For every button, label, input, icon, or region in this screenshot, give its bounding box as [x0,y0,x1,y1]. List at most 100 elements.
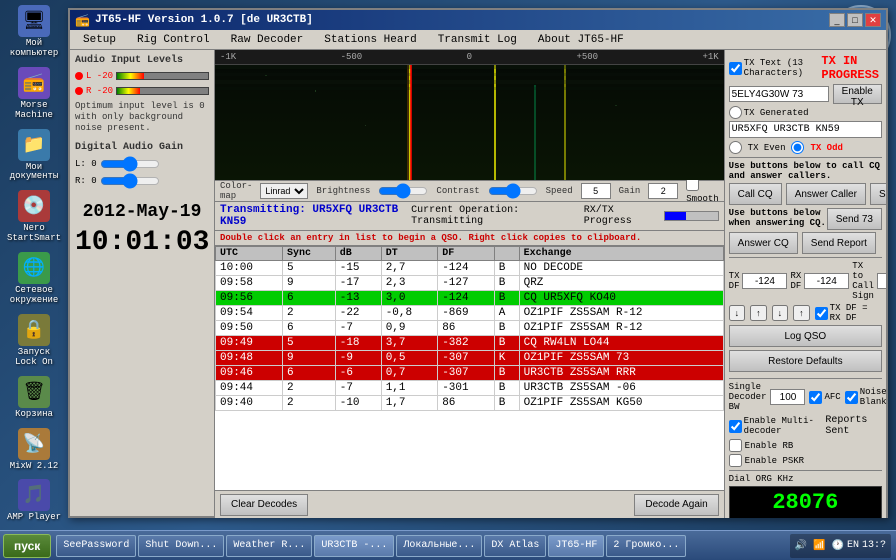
menu-raw-decoder[interactable]: Raw Decoder [223,33,312,47]
desktop-icon-mixw[interactable]: 📡 MixW 2.12 [5,428,63,472]
optimum-text: Optimum input level is 0 with only backg… [75,101,209,133]
desktop-icon-morse[interactable]: 📻 Morse Machine [5,67,63,121]
taskbar-item-volume[interactable]: 2 Громко... [606,535,686,557]
taskbar-item-weather[interactable]: Weather R... [226,535,312,557]
amp-label: AMP Player [7,513,61,523]
send-73-button[interactable]: Send 73 [827,208,882,230]
afc-checkbox[interactable] [809,391,822,404]
tx-rx-df-checkbox[interactable] [815,307,828,320]
decode-again-button[interactable]: Decode Again [634,494,718,516]
bw-input[interactable] [770,389,805,405]
restore-defaults-button[interactable]: Restore Defaults [729,350,882,372]
computer-icon: 🖥 [18,5,50,37]
tx-checkbox[interactable] [729,62,742,75]
call-cq-button[interactable]: Call CQ [729,183,782,205]
r-gain-slider[interactable] [100,175,160,187]
tx-df-down-btn[interactable]: ↓ [729,305,746,321]
answer-caller-button[interactable]: Answer Caller [786,183,866,205]
table-cell: 2 [283,381,336,396]
table-row[interactable]: 09:542-22-0,8-869AOZ1PIF ZS5SAM R-12 [216,306,724,321]
table-cell: 2 [283,306,336,321]
table-row[interactable]: 10:005-152,7-124BNO DECODE [216,261,724,276]
tx-even-radio[interactable] [729,141,742,154]
tx-odd-radio[interactable] [791,141,804,154]
l-gain-slider[interactable] [100,158,160,170]
tx-marker [410,65,412,180]
callsign-input[interactable] [729,86,829,102]
close-button[interactable]: ✕ [865,13,881,27]
menu-rig-control[interactable]: Rig Control [129,33,218,47]
decode-table-container[interactable]: UTC Sync dB DT DF Exchange 10:005-152,7-… [215,246,724,490]
desktop-icon-computer[interactable]: 🖥 Мой компьютер [5,5,63,59]
table-cell: B [494,396,519,411]
enable-rb-label: Enable RB [745,441,794,451]
window-title: JT65-HF Version 1.0.7 [de UR3CTB] [95,14,829,26]
menu-about[interactable]: About JT65-HF [530,33,632,47]
desktop-icon-network[interactable]: 🌐 Сетевое окружение [5,252,63,306]
speed-input[interactable] [581,183,611,199]
col-df: DF [438,247,495,261]
table-row[interactable]: 09:589-172,3-127BQRZ [216,276,724,291]
gain-input[interactable] [648,183,678,199]
recycle-label: Корзина [15,410,53,420]
table-row[interactable]: 09:442-71,1-301BUR3CTB ZS5SAM -06 [216,381,724,396]
desktop-icon-nero[interactable]: 💿 Nero StartSmart [5,190,63,244]
start-button[interactable]: пуск [3,534,51,558]
multi-decoder-row: Enable Multi-decoder Reports Sent [729,415,882,437]
mixw-label: MixW 2.12 [10,462,59,472]
enable-tx-button[interactable]: Enable TX [833,84,882,104]
table-row[interactable]: 09:489-90,5-307KOZ1PIF ZS5SAM 73 [216,351,724,366]
rx-df-down-btn[interactable]: ↓ [772,305,789,321]
table-cell: 0,7 [381,366,438,381]
rx-df-input[interactable] [804,273,849,289]
r-gain-row: R: 0 [75,175,209,187]
taskbar-item-shutdown[interactable]: Shut Down... [138,535,224,557]
menu-transmit-log[interactable]: Transmit Log [430,33,525,47]
taskbar-item-seepassword[interactable]: SeePassword [56,535,136,557]
desktop-icon-docs[interactable]: 📁 Мои документы [5,129,63,183]
desktop-icon-launch[interactable]: 🔒 Запуск Lock On [5,314,63,368]
table-cell: 0,9 [381,321,438,336]
taskbar-item-jt65hf[interactable]: JT65-HF [548,535,604,557]
send-report-button[interactable]: Send Report [802,232,876,254]
tx-generated-radio[interactable] [729,106,742,119]
colormap-select[interactable]: Linrad [260,183,308,199]
desktop-icon-recycle[interactable]: 🗑 Корзина [5,376,63,420]
send-rrr-button[interactable]: Send RRR [870,183,886,205]
freq-minus500: -500 [341,52,363,62]
tx-generated-label: TX Generated [744,108,809,118]
table-row[interactable]: 09:506-70,986BOZ1PIF ZS5SAM R-12 [216,321,724,336]
desktop-icon-amp[interactable]: 🎵 AMP Player [5,479,63,523]
answer-cq-btn-row: Answer CQ Send Report [729,232,882,254]
waterfall-display[interactable] [215,65,724,180]
multi-decoder-checkbox[interactable] [729,420,742,433]
table-row[interactable]: 09:495-183,7-382BCQ RW4LN LO44 [216,336,724,351]
enable-rb-checkbox[interactable] [729,439,742,452]
call-sign-input[interactable] [877,273,886,289]
enable-pskr-checkbox[interactable] [729,454,742,467]
taskbar-item-dxatlas[interactable]: DX Atlas [484,535,546,557]
brightness-slider[interactable] [378,185,428,197]
rx-df-up-btn[interactable]: ↑ [793,305,810,321]
taskbar-item-ur3ctb[interactable]: UR3CTB -... [314,535,394,557]
menu-stations-heard[interactable]: Stations Heard [316,33,424,47]
table-cell: NO DECODE [519,261,723,276]
tx-df-up-btn[interactable]: ↑ [750,305,767,321]
maximize-button[interactable]: □ [847,13,863,27]
table-row[interactable]: 09:466-60,7-307BUR3CTB ZS5SAM RRR [216,366,724,381]
table-row[interactable]: 09:402-101,786BOZ1PIF ZS5SAM KG50 [216,396,724,411]
table-row[interactable]: 09:566-133,0-124BCQ UR5XFQ KO40 [216,291,724,306]
minimize-button[interactable]: _ [829,13,845,27]
menu-setup[interactable]: Setup [75,33,124,47]
taskbar-item-local[interactable]: Локальные... [396,535,482,557]
answer-cq-button[interactable]: Answer CQ [729,232,798,254]
contrast-slider[interactable] [488,185,538,197]
noise-blank-checkbox[interactable] [845,391,858,404]
table-cell: -0,8 [381,306,438,321]
table-cell: 2 [283,396,336,411]
op-bar: Transmitting: UR5XFQ UR3CTB KN59 Current… [215,202,724,231]
clear-decodes-button[interactable]: Clear Decodes [220,494,308,516]
tx-df-input[interactable] [742,273,787,289]
window-controls: _ □ ✕ [829,13,881,27]
log-qso-button[interactable]: Log QSO [729,325,882,347]
